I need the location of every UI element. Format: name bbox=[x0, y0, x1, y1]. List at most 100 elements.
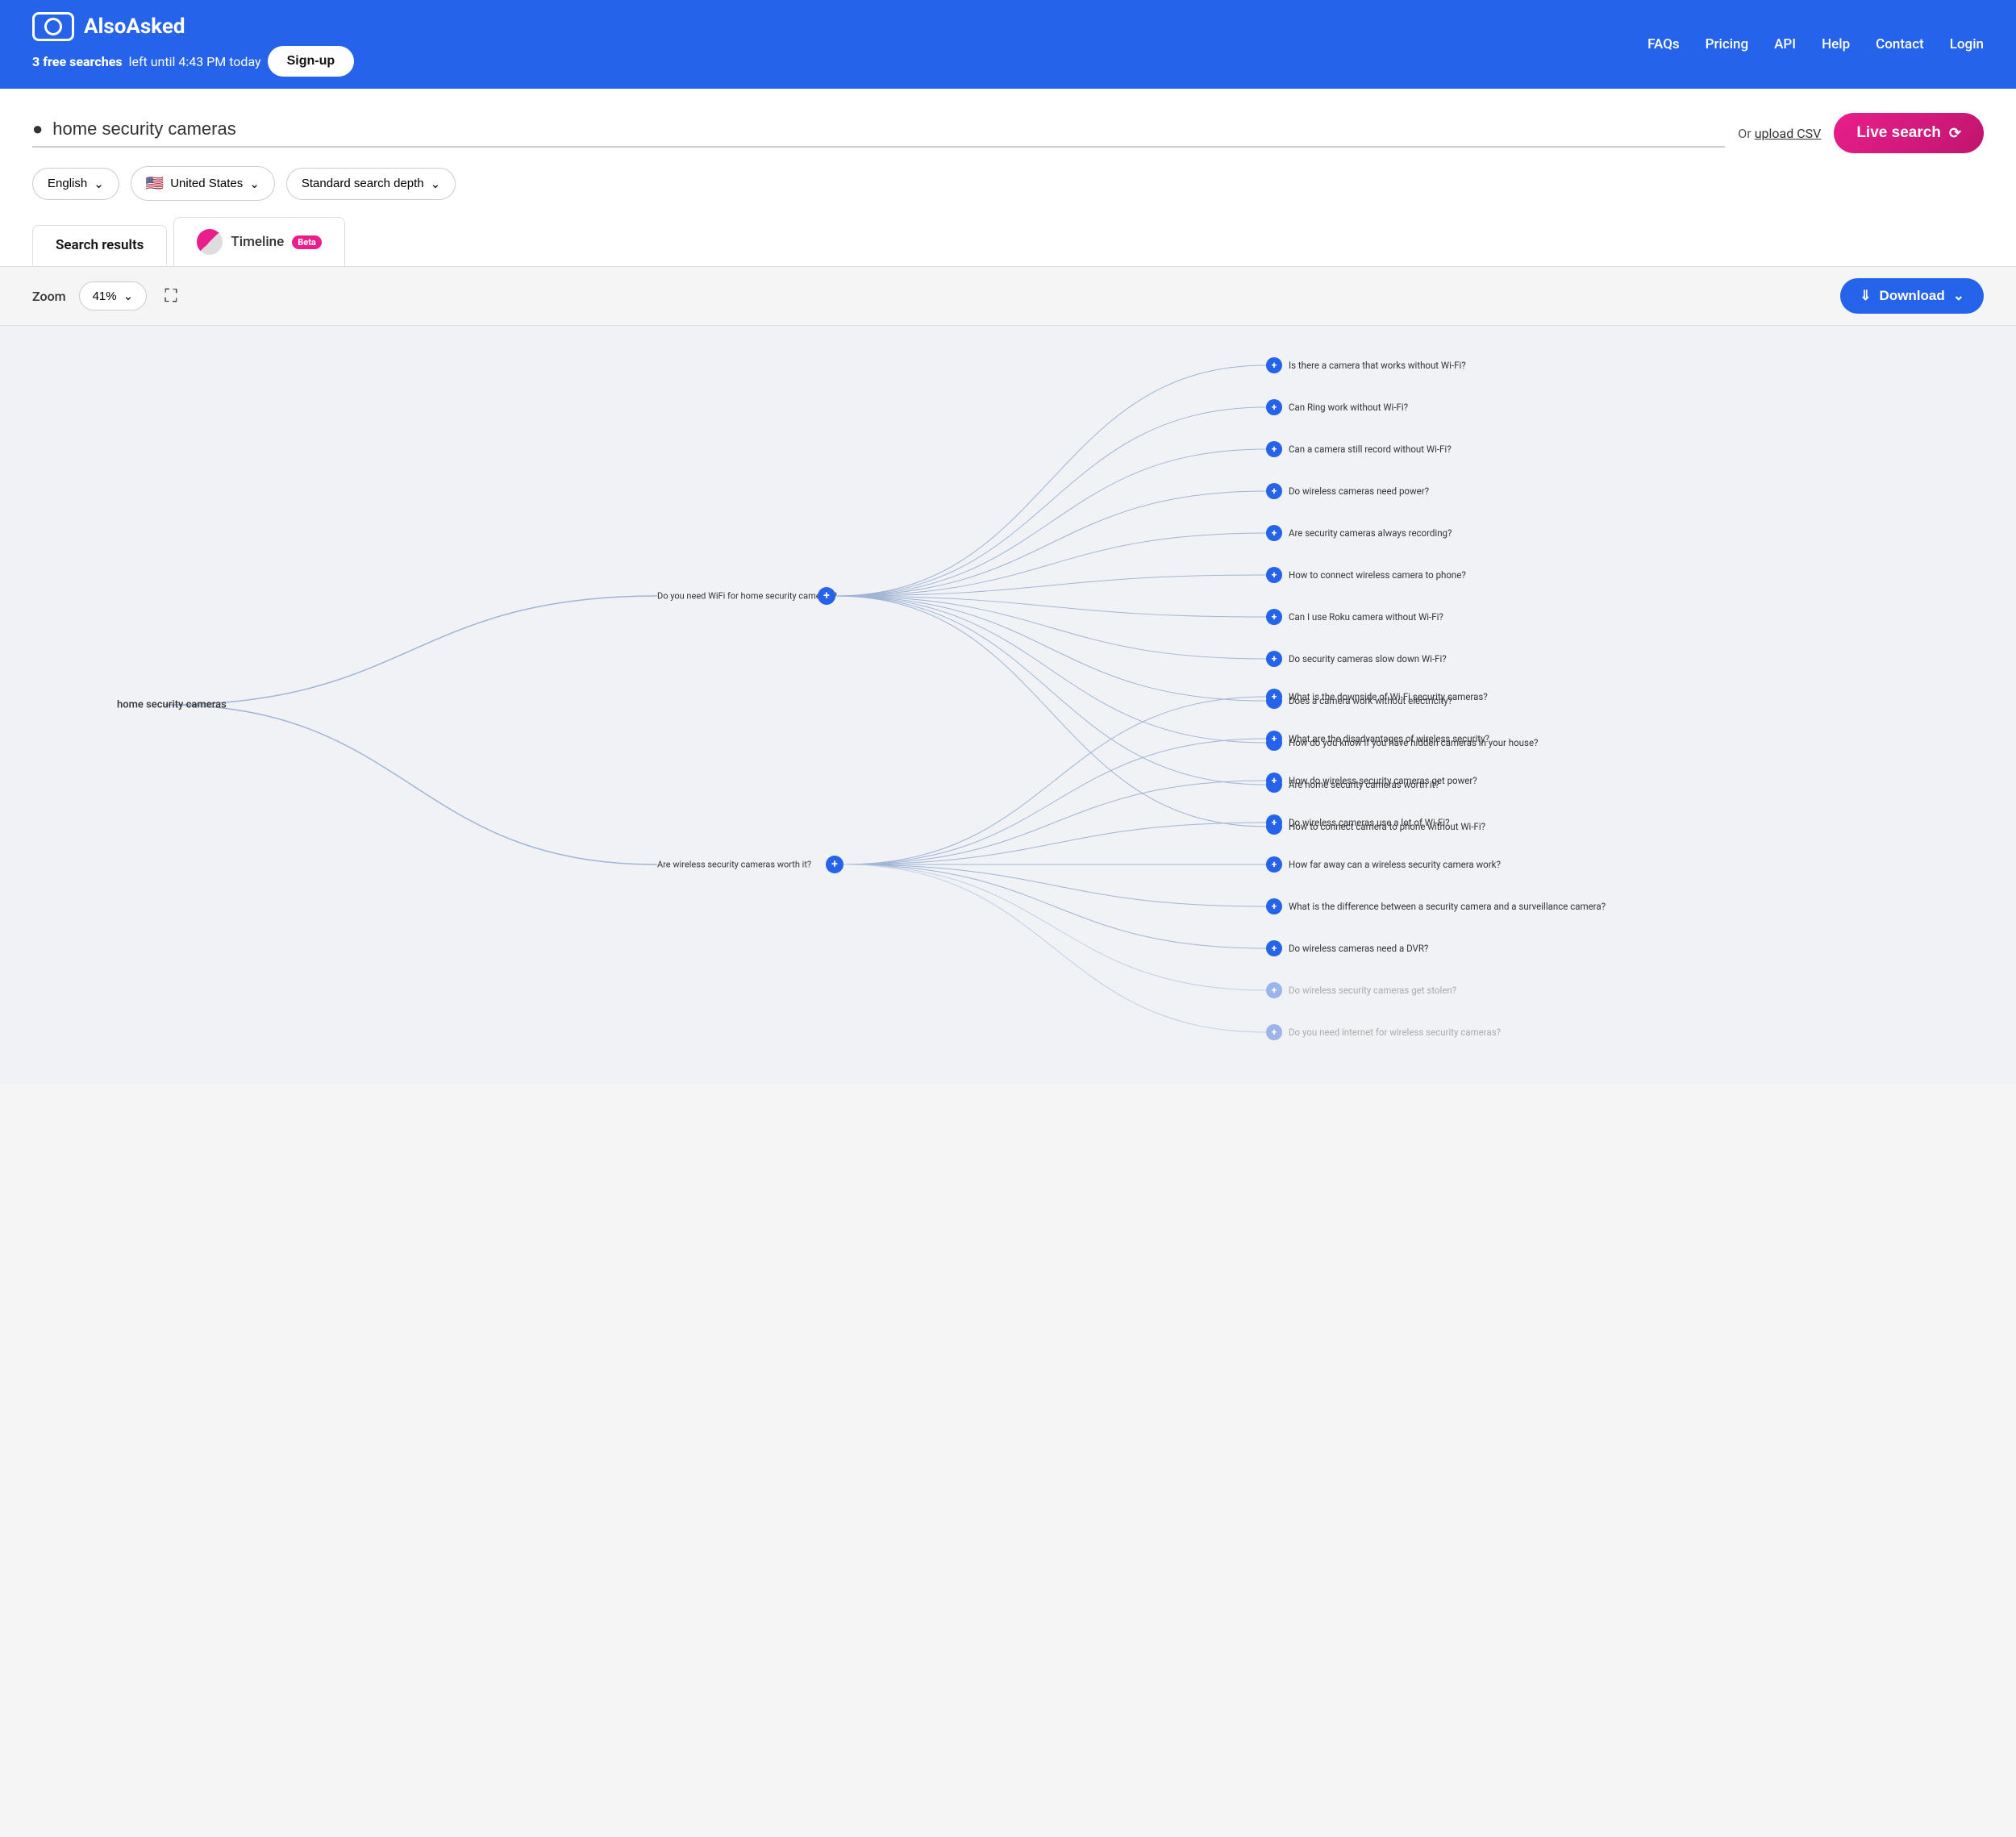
nav-item-login[interactable]: Login bbox=[1950, 36, 1984, 52]
flag-icon: 🇺🇸 bbox=[146, 175, 164, 192]
download-button[interactable]: ⇓ Download ⌄ bbox=[1840, 278, 1984, 314]
leaf-plus-icon[interactable]: + bbox=[1266, 567, 1282, 583]
chevron-down-icon-depth: ⌄ bbox=[431, 177, 441, 191]
tab-search-results[interactable]: Search results bbox=[32, 225, 167, 266]
upload-csv-area: Or upload CSV bbox=[1738, 126, 1821, 141]
nav-item-contact[interactable]: Contact bbox=[1876, 36, 1924, 52]
header: AlsoAsked 3 free searches left until 4:4… bbox=[0, 0, 2016, 89]
leaf-item[interactable]: + Do wireless security cameras get stolen… bbox=[1266, 982, 1456, 998]
root-label: home security cameras bbox=[117, 699, 227, 711]
leaf-item[interactable]: + Do wireless cameras need power? bbox=[1266, 483, 1429, 499]
tree-container: home security cameras Do you need WiFi f… bbox=[16, 342, 2000, 1068]
logo-text: AlsoAsked bbox=[84, 15, 185, 39]
search-icon: ● bbox=[32, 119, 43, 140]
region-label: United States bbox=[170, 177, 243, 190]
tabs-area: Search results Timeline Beta bbox=[0, 217, 2016, 267]
search-input[interactable] bbox=[52, 119, 1725, 140]
leaf-item[interactable]: + What are the disadvantages of wireless … bbox=[1266, 731, 1489, 747]
leaf-plus-icon[interactable]: + bbox=[1266, 773, 1282, 789]
download-icon: ⇓ bbox=[1860, 288, 1871, 304]
leaf-plus-icon[interactable]: + bbox=[1266, 898, 1282, 914]
leaf-plus-icon[interactable]: + bbox=[1266, 609, 1282, 625]
leaf-text: What is the downside of Wi-Fi security c… bbox=[1289, 691, 1488, 702]
live-search-button[interactable]: Live search ⟳ bbox=[1834, 113, 1984, 153]
leaf-text: How do wireless security cameras get pow… bbox=[1289, 775, 1477, 786]
leaf-text: Do you need internet for wireless securi… bbox=[1289, 1027, 1501, 1038]
leaf-text: How to connect wireless camera to phone? bbox=[1289, 569, 1466, 581]
leaf-item[interactable]: +Do wireless cameras use a lot of Wi-Fi? bbox=[1266, 814, 1450, 831]
leaf-text: Do wireless security cameras get stolen? bbox=[1289, 985, 1456, 996]
leaf-item[interactable]: + Can a camera still record without Wi-Fi… bbox=[1266, 441, 1452, 457]
leaf-plus-icon[interactable]: + bbox=[1266, 441, 1282, 457]
free-searches-suffix: left until 4:43 PM today bbox=[129, 54, 261, 69]
leaf-item[interactable]: + How far away can a wireless security ca… bbox=[1266, 856, 1501, 873]
language-label: English bbox=[48, 177, 87, 190]
upload-csv-link[interactable]: upload CSV bbox=[1755, 126, 1822, 141]
leaf-text: Can Ring work without Wi-Fi? bbox=[1289, 402, 1408, 413]
leaf-plus-icon[interactable]: + bbox=[1266, 940, 1282, 956]
leaf-plus-icon[interactable]: + bbox=[1266, 651, 1282, 667]
leaf-item[interactable]: + Can Ring work without Wi-Fi? bbox=[1266, 399, 1408, 415]
leaf-item[interactable]: +Is there a camera that works without Wi… bbox=[1266, 357, 1466, 373]
leaf-plus-icon[interactable]: + bbox=[1266, 525, 1282, 541]
timeline-logo-icon bbox=[197, 229, 223, 255]
chevron-down-icon: ⌄ bbox=[94, 177, 104, 191]
root-node: home security cameras bbox=[117, 699, 227, 711]
chevron-down-icon-region: ⌄ bbox=[249, 177, 260, 191]
branch-2-expand[interactable]: + bbox=[826, 856, 843, 873]
nav-item-faqs[interactable]: FAQs bbox=[1647, 36, 1680, 52]
nav-item-api[interactable]: API bbox=[1774, 36, 1796, 52]
search-bar-row: ● Or upload CSV Live search ⟳ bbox=[32, 113, 1984, 153]
zoom-label: Zoom bbox=[32, 289, 66, 304]
leaf-item[interactable]: + Do you need internet for wireless secur… bbox=[1266, 1024, 1501, 1040]
leaf-plus-icon[interactable]: + bbox=[1266, 1024, 1282, 1040]
zoom-button[interactable]: 41% ⌄ bbox=[79, 281, 148, 310]
tab-timeline-label: Timeline bbox=[231, 234, 284, 250]
fullscreen-button[interactable]: ⛶ bbox=[160, 281, 181, 311]
chevron-down-icon-zoom: ⌄ bbox=[123, 289, 134, 303]
leaf-text: Do wireless cameras need power? bbox=[1289, 485, 1429, 497]
leaf-text: What are the disadvantages of wireless s… bbox=[1289, 733, 1489, 744]
logo-area: AlsoAsked bbox=[32, 12, 354, 41]
nav-item-help[interactable]: Help bbox=[1822, 36, 1850, 52]
leaf-item[interactable]: + How to connect wireless camera to phone… bbox=[1266, 567, 1466, 583]
leaf-plus-icon[interactable]: + bbox=[1266, 731, 1282, 747]
leaf-text: Do security cameras slow down Wi-Fi? bbox=[1289, 653, 1447, 664]
leaf-plus-icon[interactable]: + bbox=[1266, 399, 1282, 415]
leaf-plus-icon[interactable]: + bbox=[1266, 982, 1282, 998]
region-filter[interactable]: 🇺🇸 United States ⌄ bbox=[131, 166, 275, 201]
leaf-item[interactable]: + What is the difference between a securi… bbox=[1266, 898, 1606, 914]
leaf-item[interactable]: + What is the downside of Wi-Fi security … bbox=[1266, 689, 1488, 705]
leaf-text: Can a camera still record without Wi-Fi? bbox=[1289, 444, 1452, 455]
filters-row: English ⌄ 🇺🇸 United States ⌄ Standard se… bbox=[32, 166, 1984, 201]
nav-item-pricing[interactable]: Pricing bbox=[1706, 36, 1749, 52]
leaf-plus-icon[interactable]: + bbox=[1266, 814, 1282, 831]
leaf-item[interactable]: +Do wireless cameras need a DVR? bbox=[1266, 940, 1428, 956]
results-canvas: home security cameras Do you need WiFi f… bbox=[0, 326, 2016, 1084]
refresh-icon: ⟳ bbox=[1949, 125, 1961, 142]
toolbar: Zoom 41% ⌄ ⛶ ⇓ Download ⌄ bbox=[0, 267, 2016, 326]
search-area: ● Or upload CSV Live search ⟳ English ⌄ … bbox=[0, 89, 2016, 217]
leaf-plus-icon[interactable]: + bbox=[1266, 483, 1282, 499]
tab-search-results-label: Search results bbox=[56, 237, 144, 253]
branch-2-label: Are wireless security cameras worth it? bbox=[657, 860, 811, 870]
chevron-down-icon-download: ⌄ bbox=[1953, 288, 1964, 304]
leaf-plus-icon[interactable]: + bbox=[1266, 689, 1282, 705]
leaf-text: Are security cameras always recording? bbox=[1289, 527, 1452, 539]
signup-button[interactable]: Sign-up bbox=[268, 46, 355, 77]
branch-1-node: Do you need WiFi for home security camer… bbox=[657, 591, 837, 602]
logo-icon bbox=[32, 12, 74, 41]
leaf-text: How far away can a wireless security cam… bbox=[1289, 859, 1501, 870]
leaf-text: What is the difference between a securit… bbox=[1289, 901, 1606, 912]
leaf-item[interactable]: +Can I use Roku camera without Wi-Fi? bbox=[1266, 609, 1443, 625]
leaf-plus-icon[interactable]: + bbox=[1266, 856, 1282, 873]
language-filter[interactable]: English ⌄ bbox=[32, 168, 119, 200]
leaf-plus-icon[interactable]: + bbox=[1266, 357, 1282, 373]
depth-filter[interactable]: Standard search depth ⌄ bbox=[286, 168, 456, 200]
leaf-item[interactable]: + How do wireless security cameras get po… bbox=[1266, 773, 1477, 789]
tree-svg bbox=[16, 342, 2000, 1068]
leaf-item[interactable]: + Are security cameras always recording? bbox=[1266, 525, 1452, 541]
leaf-item[interactable]: + Do security cameras slow down Wi-Fi? bbox=[1266, 651, 1447, 667]
tab-timeline[interactable]: Timeline Beta bbox=[173, 217, 344, 266]
branch-1-expand[interactable]: + bbox=[818, 587, 835, 605]
